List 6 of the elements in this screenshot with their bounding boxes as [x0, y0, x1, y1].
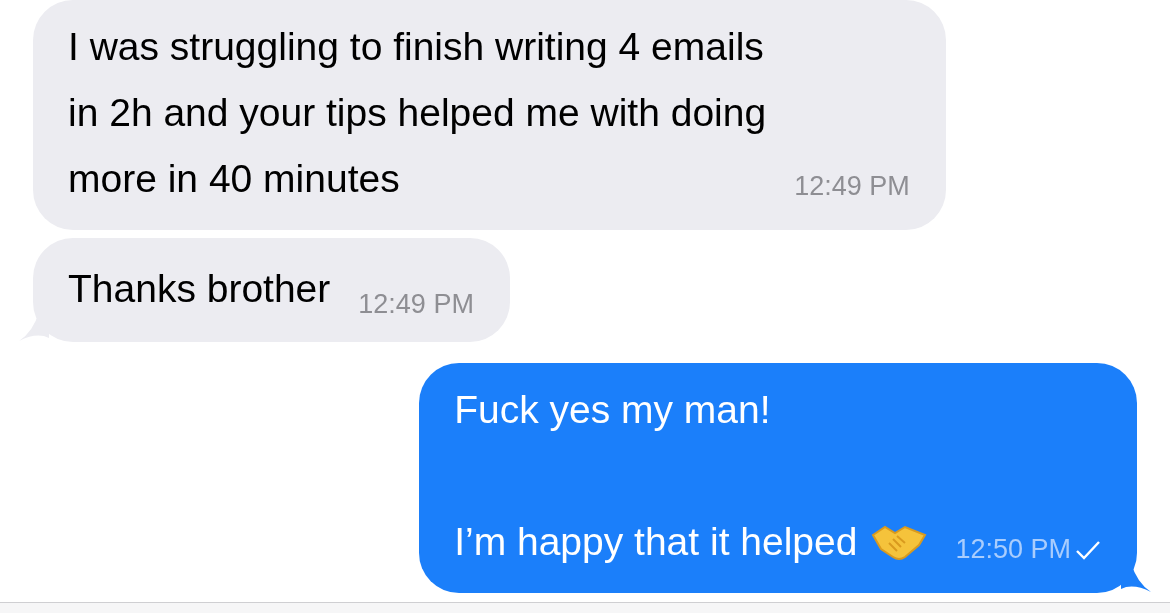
- message-text: I was struggling to finish writing 4 emails in 2h and your tips helped me with doing more in 40 minutes: [68, 24, 767, 202]
- message-time: 12:49 PM: [794, 171, 910, 202]
- message-text: Thanks brother: [68, 266, 331, 312]
- message-text: Fuck yes my man! I’m happy that it helped: [454, 387, 858, 565]
- message-time: 12:49 PM: [358, 289, 474, 320]
- message-time: 12:50 PM: [955, 534, 1071, 565]
